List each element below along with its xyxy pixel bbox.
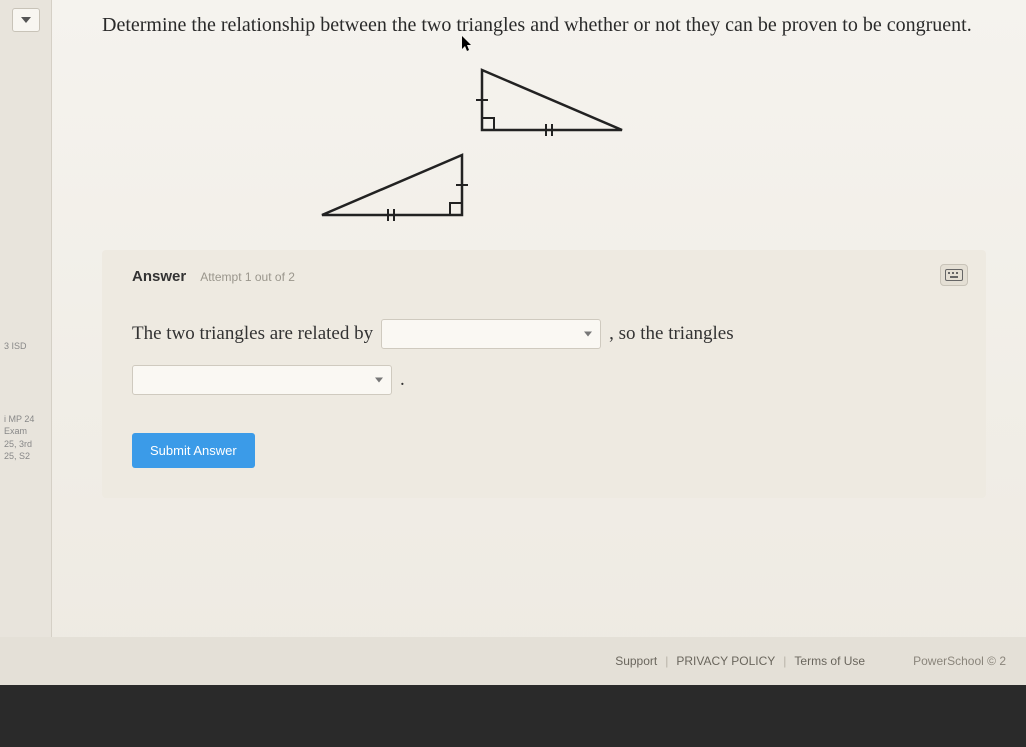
attempt-label: Attempt 1 out of 2 [200, 270, 295, 284]
keyboard-icon[interactable] [940, 264, 968, 286]
sidebar-item[interactable]: 25, 3rd [4, 438, 48, 451]
sentence-part-2: , so the triangles [609, 313, 734, 355]
sentence-period: . [400, 359, 405, 401]
answer-sentence: The two triangles are related by , so th… [132, 313, 956, 355]
sidebar-item[interactable]: 3 ISD [4, 340, 48, 353]
main-content: Determine the relationship between the t… [52, 0, 1026, 685]
footer-support-link[interactable]: Support [615, 654, 657, 668]
relationship-dropdown[interactable] [381, 319, 601, 349]
answer-label: Answer [132, 268, 186, 285]
footer: Support | PRIVACY POLICY | Terms of Use … [0, 637, 1026, 685]
sidebar-item[interactable]: Exam [4, 425, 48, 438]
answer-panel: Answer Attempt 1 out of 2 The two triang… [102, 250, 986, 498]
chevron-down-icon [584, 331, 592, 336]
chevron-down-icon [21, 17, 31, 23]
submit-button[interactable]: Submit Answer [132, 433, 255, 468]
chevron-down-icon [375, 377, 383, 382]
footer-brand: PowerSchool © 2 [913, 654, 1006, 668]
sidebar-item[interactable]: i MP 24 [4, 413, 48, 426]
conclusion-dropdown[interactable] [132, 365, 392, 395]
question-text: Determine the relationship between the t… [102, 10, 982, 40]
triangle-2 [472, 60, 632, 140]
triangle-1 [312, 145, 472, 225]
sentence-part-1: The two triangles are related by [132, 313, 373, 355]
footer-privacy-link[interactable]: PRIVACY POLICY [676, 654, 775, 668]
sidebar-item[interactable]: 25, S2 [4, 450, 48, 463]
footer-terms-link[interactable]: Terms of Use [794, 654, 865, 668]
triangle-figure [102, 50, 986, 240]
nav-dropdown[interactable] [12, 8, 40, 32]
sidebar-labels: 3 ISD i MP 24 Exam 25, 3rd 25, S2 [0, 340, 48, 463]
